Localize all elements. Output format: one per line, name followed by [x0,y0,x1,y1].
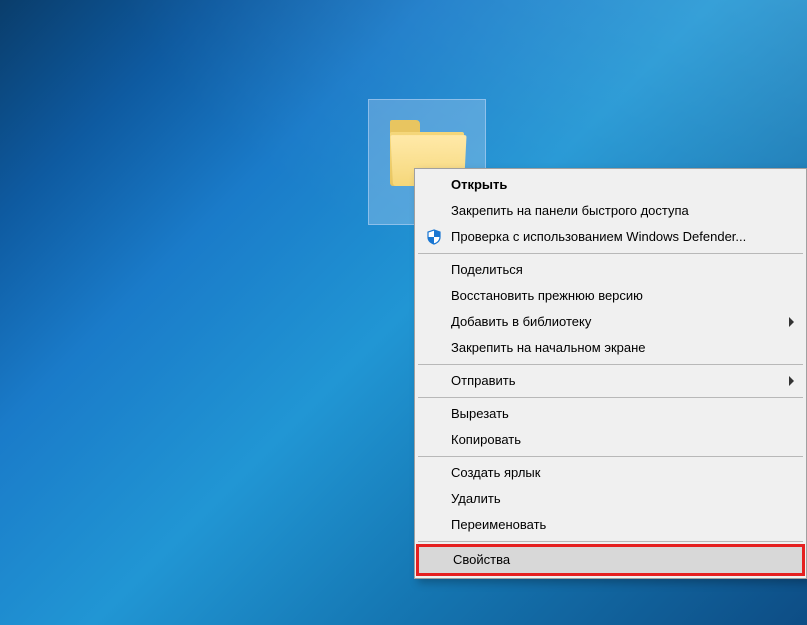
menu-defender-scan[interactable]: Проверка с использованием Windows Defend… [417,224,804,250]
menu-pin-start[interactable]: Закрепить на начальном экране [417,335,804,361]
menu-separator [418,364,803,365]
menu-separator [418,541,803,542]
menu-defender-label: Проверка с использованием Windows Defend… [451,229,746,244]
context-menu: Открыть Закрепить на панели быстрого дос… [414,168,807,579]
menu-rename[interactable]: Переименовать [417,512,804,538]
menu-restore-previous[interactable]: Восстановить прежнюю версию [417,283,804,309]
menu-create-shortcut[interactable]: Создать ярлык [417,460,804,486]
menu-share[interactable]: Поделиться [417,257,804,283]
menu-separator [418,397,803,398]
menu-separator [418,253,803,254]
menu-send-to-label: Отправить [451,373,515,388]
submenu-arrow-icon [789,376,794,386]
menu-delete[interactable]: Удалить [417,486,804,512]
menu-add-to-library[interactable]: Добавить в библиотеку [417,309,804,335]
menu-cut[interactable]: Вырезать [417,401,804,427]
menu-separator [418,456,803,457]
menu-properties[interactable]: Свойства [416,544,805,576]
menu-copy[interactable]: Копировать [417,427,804,453]
menu-pin-quick-access[interactable]: Закрепить на панели быстрого доступа [417,198,804,224]
menu-open[interactable]: Открыть [417,172,804,198]
menu-send-to[interactable]: Отправить [417,368,804,394]
submenu-arrow-icon [789,317,794,327]
menu-add-library-label: Добавить в библиотеку [451,314,591,329]
defender-shield-icon [426,229,442,245]
